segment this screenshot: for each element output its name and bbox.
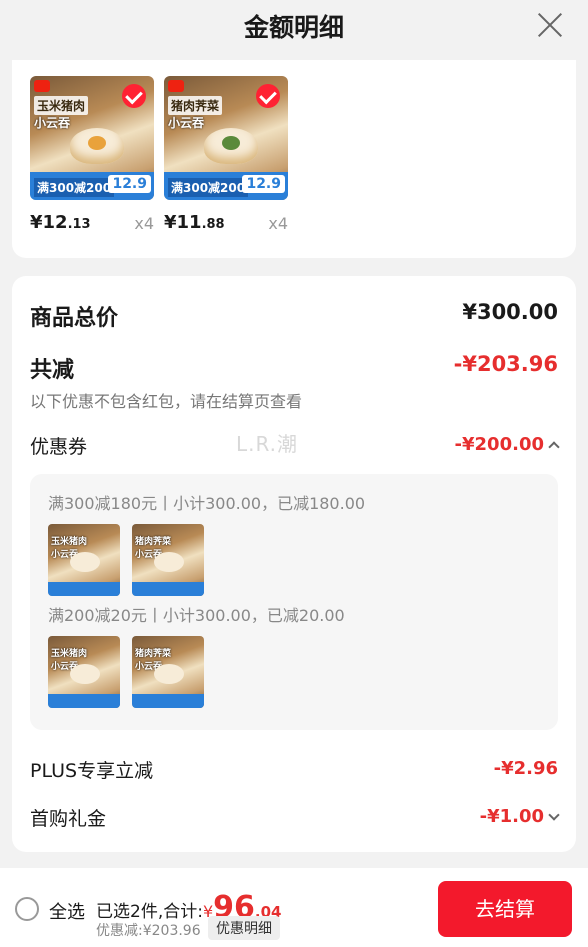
close-icon[interactable]: [536, 11, 564, 39]
brand-logo: [168, 80, 184, 92]
checked-icon: [122, 84, 146, 108]
product-name-line1: 玉米猪肉: [34, 96, 89, 115]
product-item-1[interactable]: 玉米猪肉 小云吞 满300减200 12.9 ¥12.13 x4: [30, 76, 154, 233]
promo-bar: 满300减200 12.9: [164, 172, 288, 200]
first-purchase-label: 首购礼金: [30, 808, 107, 830]
product-price: ¥11.88: [164, 212, 225, 233]
coupon-label: 优惠券: [30, 436, 88, 458]
coupon-line: 满200减20元丨小计300.00，已减20.00: [48, 606, 345, 625]
select-all-radio[interactable]: [15, 897, 39, 921]
chevron-up-icon: [548, 441, 560, 453]
coupon-detail-panel: 满300减180元丨小计300.00，已减180.00 玉米猪肉 小云吞 猪肉荠菜…: [30, 474, 558, 730]
product-image[interactable]: 玉米猪肉 小云吞 满300减200 12.9: [30, 76, 154, 200]
coupon-product-thumb: 猪肉荠菜 小云吞: [132, 636, 204, 708]
reduce-label: 共减: [30, 358, 75, 383]
coupon-line: 满300减180元丨小计300.00，已减180.00: [48, 494, 366, 513]
plus-row: PLUS专享立减 -¥2.96: [30, 756, 558, 783]
filling-image: [88, 136, 106, 150]
total-value: ¥300.00: [462, 300, 558, 324]
plus-value: -¥2.96: [493, 758, 558, 779]
savings-text: 优惠减:¥203.96: [96, 923, 201, 939]
first-purchase-row[interactable]: 首购礼金 -¥1.00: [30, 804, 560, 831]
product-quantity: x4: [134, 214, 154, 233]
coupon-product-thumb: 玉米猪肉 小云吞: [48, 524, 120, 596]
badge-price: 12.9: [242, 175, 285, 193]
coupon-value: -¥200.00: [454, 434, 544, 455]
discount-note: 以下优惠不包含红包，请在结算页查看: [30, 392, 303, 411]
total-row: 商品总价 ¥300.00: [30, 300, 558, 332]
coupon-row[interactable]: 优惠券 -¥200.00: [30, 432, 560, 459]
product-price: ¥12.13: [30, 212, 91, 233]
product-quantity: x4: [268, 214, 288, 233]
product-card: 玉米猪肉 小云吞 满300减200 12.9 ¥12.13 x4 猪肉荠菜 小云…: [12, 60, 576, 258]
brand-logo: [34, 80, 50, 92]
promo-bar: 满300减200 12.9: [30, 172, 154, 200]
filling-image: [222, 136, 240, 150]
product-name-line2: 小云吞: [34, 116, 71, 130]
product-image[interactable]: 猪肉荠菜 小云吞 满300减200 12.9: [164, 76, 288, 200]
discount-detail-button[interactable]: 优惠明细: [208, 916, 280, 940]
price-breakdown-card: 商品总价 ¥300.00 共减 -¥203.96 以下优惠不包含红包，请在结算页…: [12, 276, 576, 852]
reduce-row: 共减 -¥203.96: [30, 352, 558, 384]
first-purchase-value-wrap[interactable]: -¥1.00: [479, 806, 560, 827]
total-label: 商品总价: [30, 306, 119, 331]
coupon-product-thumb: 玉米猪肉 小云吞: [48, 636, 120, 708]
page-title: 金额明细: [243, 13, 344, 42]
product-item-2[interactable]: 猪肉荠菜 小云吞 满300减200 12.9 ¥11.88 x4: [164, 76, 288, 233]
product-name-line1: 猪肉荠菜: [168, 96, 223, 115]
checkout-button[interactable]: 去结算: [438, 881, 572, 937]
promo-label: 满300减200: [34, 178, 115, 197]
badge-price: 12.9: [108, 175, 151, 193]
checked-icon: [256, 84, 280, 108]
reduce-value: -¥203.96: [453, 352, 558, 376]
product-name-line2: 小云吞: [168, 116, 205, 130]
promo-label: 满300减200: [168, 178, 249, 197]
checkout-bar: 全选 已选2件,合计:¥96.04 优惠减:¥203.96 优惠明细 去结算: [0, 868, 588, 947]
coupon-value-wrap[interactable]: -¥200.00: [454, 434, 560, 455]
first-purchase-value: -¥1.00: [479, 806, 544, 827]
select-all-label[interactable]: 全选: [49, 898, 85, 924]
coupon-product-thumb: 猪肉荠菜 小云吞: [132, 524, 204, 596]
header: 金额明细: [0, 0, 588, 56]
chevron-down-icon: [548, 808, 560, 821]
plus-label: PLUS专享立减: [30, 760, 154, 782]
